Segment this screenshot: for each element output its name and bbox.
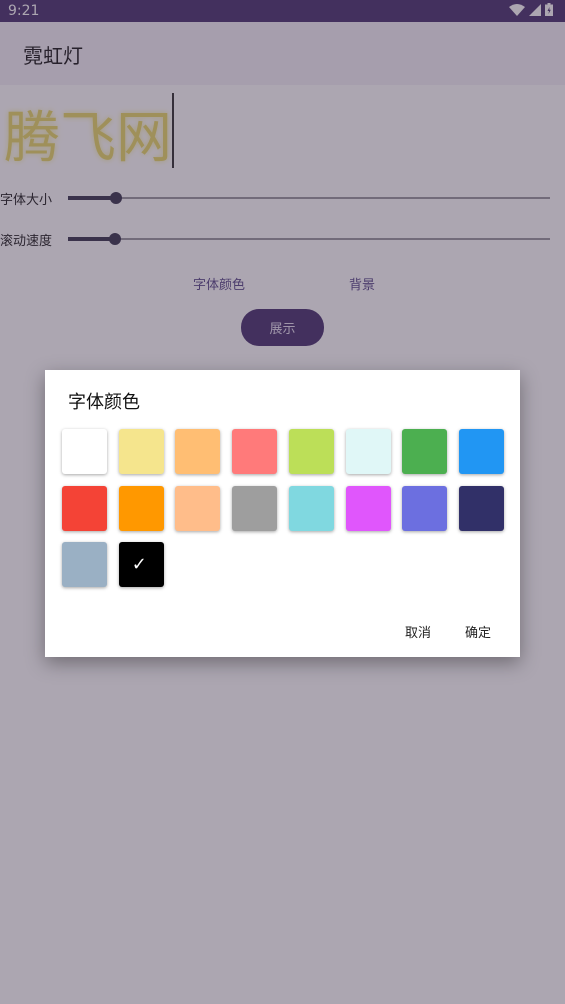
color-swatch[interactable] bbox=[458, 485, 504, 531]
color-swatch[interactable] bbox=[345, 429, 391, 474]
color-swatch[interactable] bbox=[402, 429, 448, 474]
color-swatch[interactable] bbox=[402, 485, 448, 531]
color-swatch[interactable] bbox=[62, 542, 107, 587]
cancel-button[interactable]: 取消 bbox=[405, 622, 431, 641]
color-swatch[interactable]: ✓ bbox=[118, 542, 164, 587]
color-swatch[interactable] bbox=[62, 485, 107, 531]
color-swatch[interactable] bbox=[175, 429, 221, 474]
color-swatch[interactable] bbox=[288, 429, 334, 474]
color-swatch[interactable] bbox=[62, 429, 107, 474]
color-swatch[interactable] bbox=[288, 485, 334, 531]
color-swatch[interactable] bbox=[118, 485, 164, 531]
color-swatch[interactable] bbox=[232, 485, 278, 531]
color-swatch[interactable] bbox=[232, 429, 278, 474]
color-swatch[interactable] bbox=[118, 429, 164, 474]
color-swatch[interactable] bbox=[345, 485, 391, 531]
font-color-dialog: 字体颜色 ✓ 取消 确定 bbox=[45, 370, 520, 657]
dialog-title: 字体颜色 bbox=[68, 392, 140, 413]
color-swatch[interactable] bbox=[458, 429, 504, 474]
color-swatch[interactable] bbox=[175, 485, 221, 531]
confirm-button[interactable]: 确定 bbox=[465, 622, 491, 641]
check-icon: ✓ bbox=[131, 554, 147, 575]
